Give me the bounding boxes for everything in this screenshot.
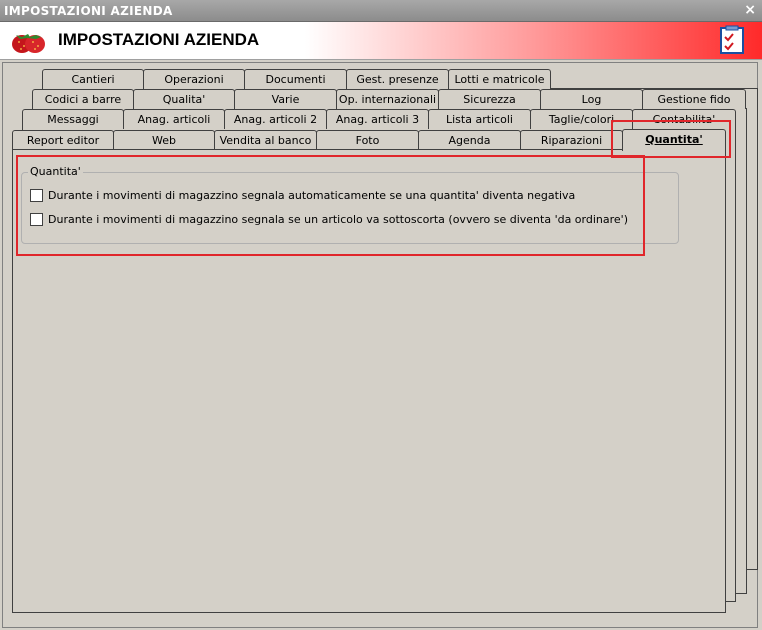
option-negative-quantity[interactable]: Durante i movimenti di magazzino segnala… bbox=[30, 189, 575, 202]
header-title: IMPOSTAZIONI AZIENDA bbox=[58, 30, 260, 49]
tab-anag-articoli-3[interactable]: Anag. articoli 3 bbox=[326, 109, 429, 129]
option-label: Durante i movimenti di magazzino segnala… bbox=[48, 189, 576, 202]
title-bar: IMPOSTAZIONI AZIENDA × bbox=[0, 0, 762, 22]
tab-contabilita[interactable]: Contabilita' bbox=[632, 109, 736, 129]
tab-lotti-e-matricole[interactable]: Lotti e matricole bbox=[448, 69, 551, 89]
tab-anag-articoli[interactable]: Anag. articoli bbox=[123, 109, 225, 129]
tab-operazioni[interactable]: Operazioni bbox=[143, 69, 245, 89]
checklist-icon[interactable] bbox=[718, 25, 746, 55]
tab-cantieri[interactable]: Cantieri bbox=[42, 69, 144, 89]
tab-report-editor[interactable]: Report editor bbox=[12, 130, 114, 150]
tab-documenti[interactable]: Documenti bbox=[244, 69, 347, 89]
tab-gestione-fido[interactable]: Gestione fido bbox=[642, 89, 746, 109]
tab-lista-articoli[interactable]: Lista articoli bbox=[428, 109, 531, 129]
checkbox-negative-quantity[interactable] bbox=[30, 189, 43, 202]
checkbox-understock[interactable] bbox=[30, 213, 43, 226]
tab-varie[interactable]: Varie bbox=[234, 89, 337, 109]
tab-web[interactable]: Web bbox=[113, 130, 215, 150]
tab-gest-presenze[interactable]: Gest. presenze bbox=[346, 69, 449, 89]
option-understock[interactable]: Durante i movimenti di magazzino segnala… bbox=[30, 213, 628, 226]
window-title: IMPOSTAZIONI AZIENDA bbox=[4, 4, 173, 18]
tab-messaggi[interactable]: Messaggi bbox=[22, 109, 124, 129]
tab-riparazioni[interactable]: Riparazioni bbox=[520, 130, 623, 150]
group-title: Quantita' bbox=[28, 165, 83, 178]
tab-codici-a-barre[interactable]: Codici a barre bbox=[32, 89, 134, 109]
tab-op-internazionali[interactable]: Op. internazionali bbox=[336, 89, 439, 109]
option-label: Durante i movimenti di magazzino segnala… bbox=[48, 213, 628, 226]
strawberry-logo-icon bbox=[12, 34, 45, 53]
tab-foto[interactable]: Foto bbox=[316, 130, 419, 150]
quantita-group: Quantita' Durante i movimenti di magazzi… bbox=[21, 165, 679, 244]
header-banner: IMPOSTAZIONI AZIENDA bbox=[0, 22, 762, 60]
tab-agenda[interactable]: Agenda bbox=[418, 130, 521, 150]
close-icon[interactable]: × bbox=[744, 2, 756, 18]
tab-page-quantita: Quantita' Durante i movimenti di magazzi… bbox=[12, 149, 726, 613]
tab-log[interactable]: Log bbox=[540, 89, 643, 109]
tab-qualita[interactable]: Qualita' bbox=[133, 89, 235, 109]
tab-sicurezza[interactable]: Sicurezza bbox=[438, 89, 541, 109]
tab-taglie-colori[interactable]: Taglie/colori bbox=[530, 109, 633, 129]
tab-anag-articoli-2[interactable]: Anag. articoli 2 bbox=[224, 109, 327, 129]
tab-quantita[interactable]: Quantita' bbox=[622, 129, 726, 151]
tab-vendita-al-banco[interactable]: Vendita al banco bbox=[214, 130, 317, 150]
